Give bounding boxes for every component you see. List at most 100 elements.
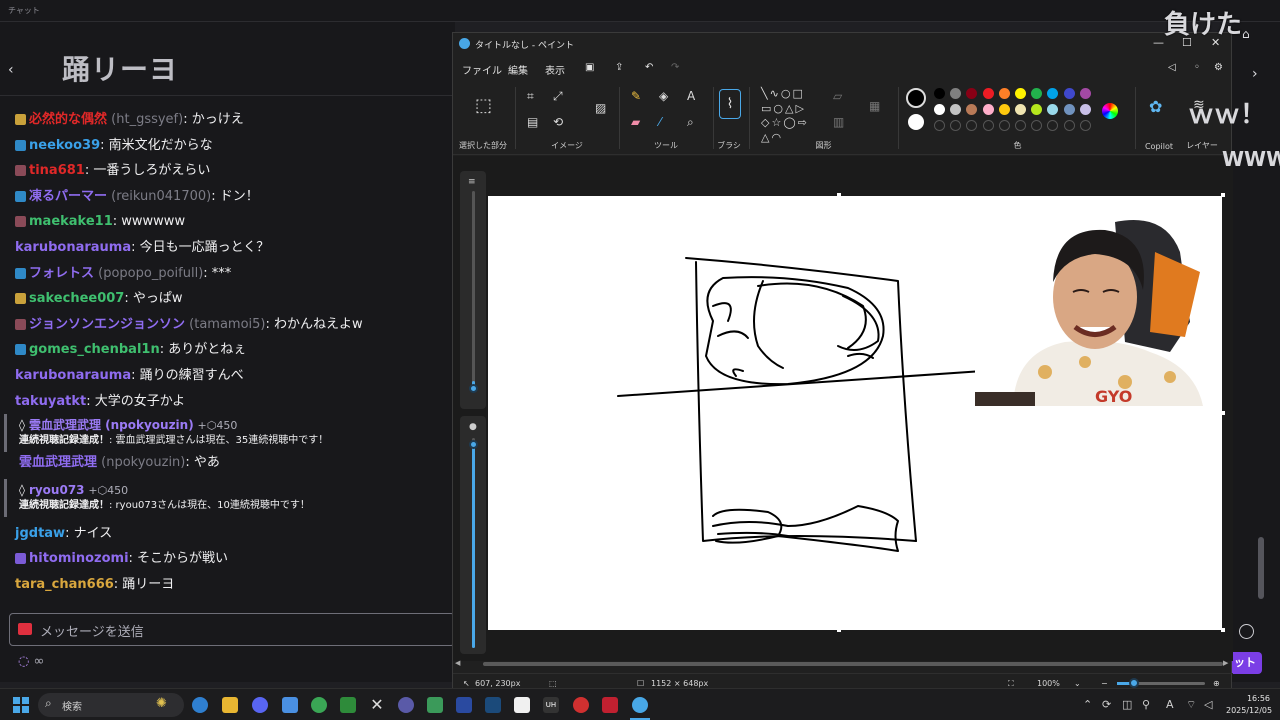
chat-username[interactable]: jgdtaw [15, 526, 65, 541]
color-swatch[interactable] [1031, 88, 1043, 99]
ex-app-icon[interactable] [602, 697, 618, 713]
shapes-gallery[interactable]: ╲∿○□ ▭○△▷ ◇☆◯⇨ △◠ [761, 87, 823, 145]
chat-username[interactable]: 凍るパーマー [29, 189, 107, 204]
channel-points[interactable]: ◌ ∞ [18, 654, 44, 669]
file-explorer-icon[interactable] [222, 697, 238, 713]
zoom-in-icon[interactable]: ⊕ [1213, 679, 1220, 688]
brush-size-knob[interactable] [469, 384, 478, 393]
expand-chevron-icon[interactable]: › [1252, 66, 1258, 82]
redo-icon[interactable]: ↷ [671, 62, 679, 73]
color-swatch[interactable] [966, 104, 978, 115]
layers-shape-icon[interactable]: ▦ [869, 99, 880, 113]
app-icon[interactable] [398, 697, 414, 713]
custom-color-slot[interactable] [1015, 120, 1026, 131]
color-swatch[interactable] [950, 104, 962, 115]
chat-username[interactable]: neekoo39 [29, 138, 100, 153]
crop-icon[interactable]: ⌗ [527, 89, 534, 104]
edge-icon[interactable] [192, 697, 208, 713]
chat-username[interactable]: 雲血武理武理 [19, 455, 97, 470]
color-swatch[interactable] [1015, 104, 1026, 115]
color-swatch[interactable] [1063, 104, 1075, 115]
color-swatch[interactable] [1015, 88, 1026, 99]
obs-icon[interactable]: UH [543, 697, 559, 713]
chat-username[interactable]: takuyatkt [15, 394, 86, 409]
color-swatch[interactable] [1079, 104, 1091, 115]
color-swatch[interactable] [950, 88, 962, 99]
camera-icon[interactable] [18, 623, 32, 635]
notepad-icon[interactable] [282, 697, 298, 713]
color-swatch[interactable] [1079, 88, 1091, 99]
color-swatch[interactable] [982, 88, 994, 99]
custom-color-slot[interactable] [950, 120, 962, 131]
image-edit-icon[interactable]: ▤ [527, 115, 538, 129]
custom-color-slot[interactable] [1079, 120, 1091, 131]
chat-username[interactable]: hitominozomi [29, 551, 129, 566]
color-swatch[interactable] [966, 88, 978, 99]
color-picker-icon[interactable]: ⁄ [659, 115, 661, 129]
volume-icon[interactable]: ◁ [1204, 698, 1212, 711]
taskbar-search[interactable]: ⌕ 検索 ✺ [38, 693, 184, 717]
comment-icon[interactable]: ◁ [1168, 62, 1176, 73]
custom-color-slot[interactable] [966, 120, 978, 131]
user-icon[interactable]: ⌂ [1242, 27, 1250, 41]
menu-view[interactable]: 表示 [545, 62, 565, 77]
color-swatch[interactable] [1047, 104, 1059, 115]
chat-username[interactable]: maekake11 [29, 214, 113, 229]
x-icon[interactable]: ✕ [369, 697, 385, 713]
chat-input[interactable]: メッセージを送信 [9, 613, 455, 646]
network-icon[interactable]: ◫ [1122, 698, 1132, 711]
chat-username[interactable]: tina681 [29, 163, 85, 178]
notice-username[interactable]: ryou073 [29, 483, 85, 497]
outline-icon[interactable]: ▱ [833, 89, 842, 103]
paint-taskbar-icon[interactable] [632, 697, 648, 713]
discord-icon[interactable] [252, 697, 268, 713]
color-swatch[interactable] [982, 104, 994, 115]
zoom-dropdown-icon[interactable]: ⌄ [1074, 679, 1081, 688]
remove-bg-icon[interactable]: ▨ [595, 101, 606, 115]
custom-color-slot[interactable] [1047, 120, 1059, 131]
shape-fill-icon[interactable]: ▥ [833, 115, 844, 129]
color-swatch[interactable] [998, 104, 1010, 115]
input-method-icon[interactable]: A [1166, 698, 1174, 711]
brush-icon[interactable]: ⌇ [719, 89, 741, 119]
save-icon[interactable]: ▣ [585, 62, 594, 73]
minecraft-icon[interactable] [340, 697, 356, 713]
custom-color-slot[interactable] [1063, 120, 1075, 131]
document-icon[interactable] [514, 697, 530, 713]
eraser-icon[interactable]: ▰ [631, 115, 640, 129]
collapse-chevron-icon[interactable]: ‹ [8, 62, 14, 78]
chat-username[interactable]: tara_chan666 [15, 577, 114, 592]
zoom-level[interactable]: 100% [1037, 679, 1060, 688]
custom-color-slot[interactable] [934, 120, 945, 131]
zoom-out-icon[interactable]: − [1101, 679, 1108, 688]
pencil-icon[interactable]: ✎ [631, 89, 641, 103]
color-swatch[interactable] [998, 88, 1010, 99]
account-icon[interactable]: ◦ [1194, 62, 1200, 73]
resize-handle[interactable] [1221, 411, 1225, 415]
rotate-icon[interactable]: ⟲ [553, 115, 563, 129]
chat-username[interactable]: karubonarauma [15, 240, 131, 255]
emoji-icon[interactable] [1239, 624, 1254, 639]
fill-icon[interactable]: ◈ [659, 89, 668, 103]
color-swatch[interactable] [934, 104, 945, 115]
share-icon[interactable]: ⇪ [615, 62, 623, 73]
select-rect-icon[interactable]: ⬚ [475, 95, 492, 116]
horizontal-scrollbar[interactable] [483, 662, 1223, 666]
steam-icon[interactable] [485, 697, 501, 713]
copilot-icon[interactable]: ✿ [1149, 97, 1162, 116]
undo-icon[interactable]: ↶ [645, 62, 653, 73]
custom-color-slot[interactable] [1031, 120, 1043, 131]
minimize-icon[interactable]: — [1153, 36, 1164, 49]
chrome-icon[interactable] [311, 697, 327, 713]
brush-size-slider[interactable]: ≡ [460, 171, 486, 409]
scroll-right-icon[interactable]: ▶ [1223, 659, 1228, 667]
block-icon[interactable] [573, 697, 589, 713]
chat-scrollbar[interactable] [1258, 537, 1264, 599]
edit-colors-icon[interactable] [1102, 103, 1118, 119]
resize-handle[interactable] [1221, 628, 1225, 632]
resize-handle[interactable] [837, 628, 841, 632]
opacity-knob[interactable] [469, 440, 478, 449]
menu-edit[interactable]: 編集 [508, 62, 528, 77]
chat-username[interactable]: karubonarauma [15, 368, 131, 383]
text-icon[interactable]: A [687, 89, 695, 103]
